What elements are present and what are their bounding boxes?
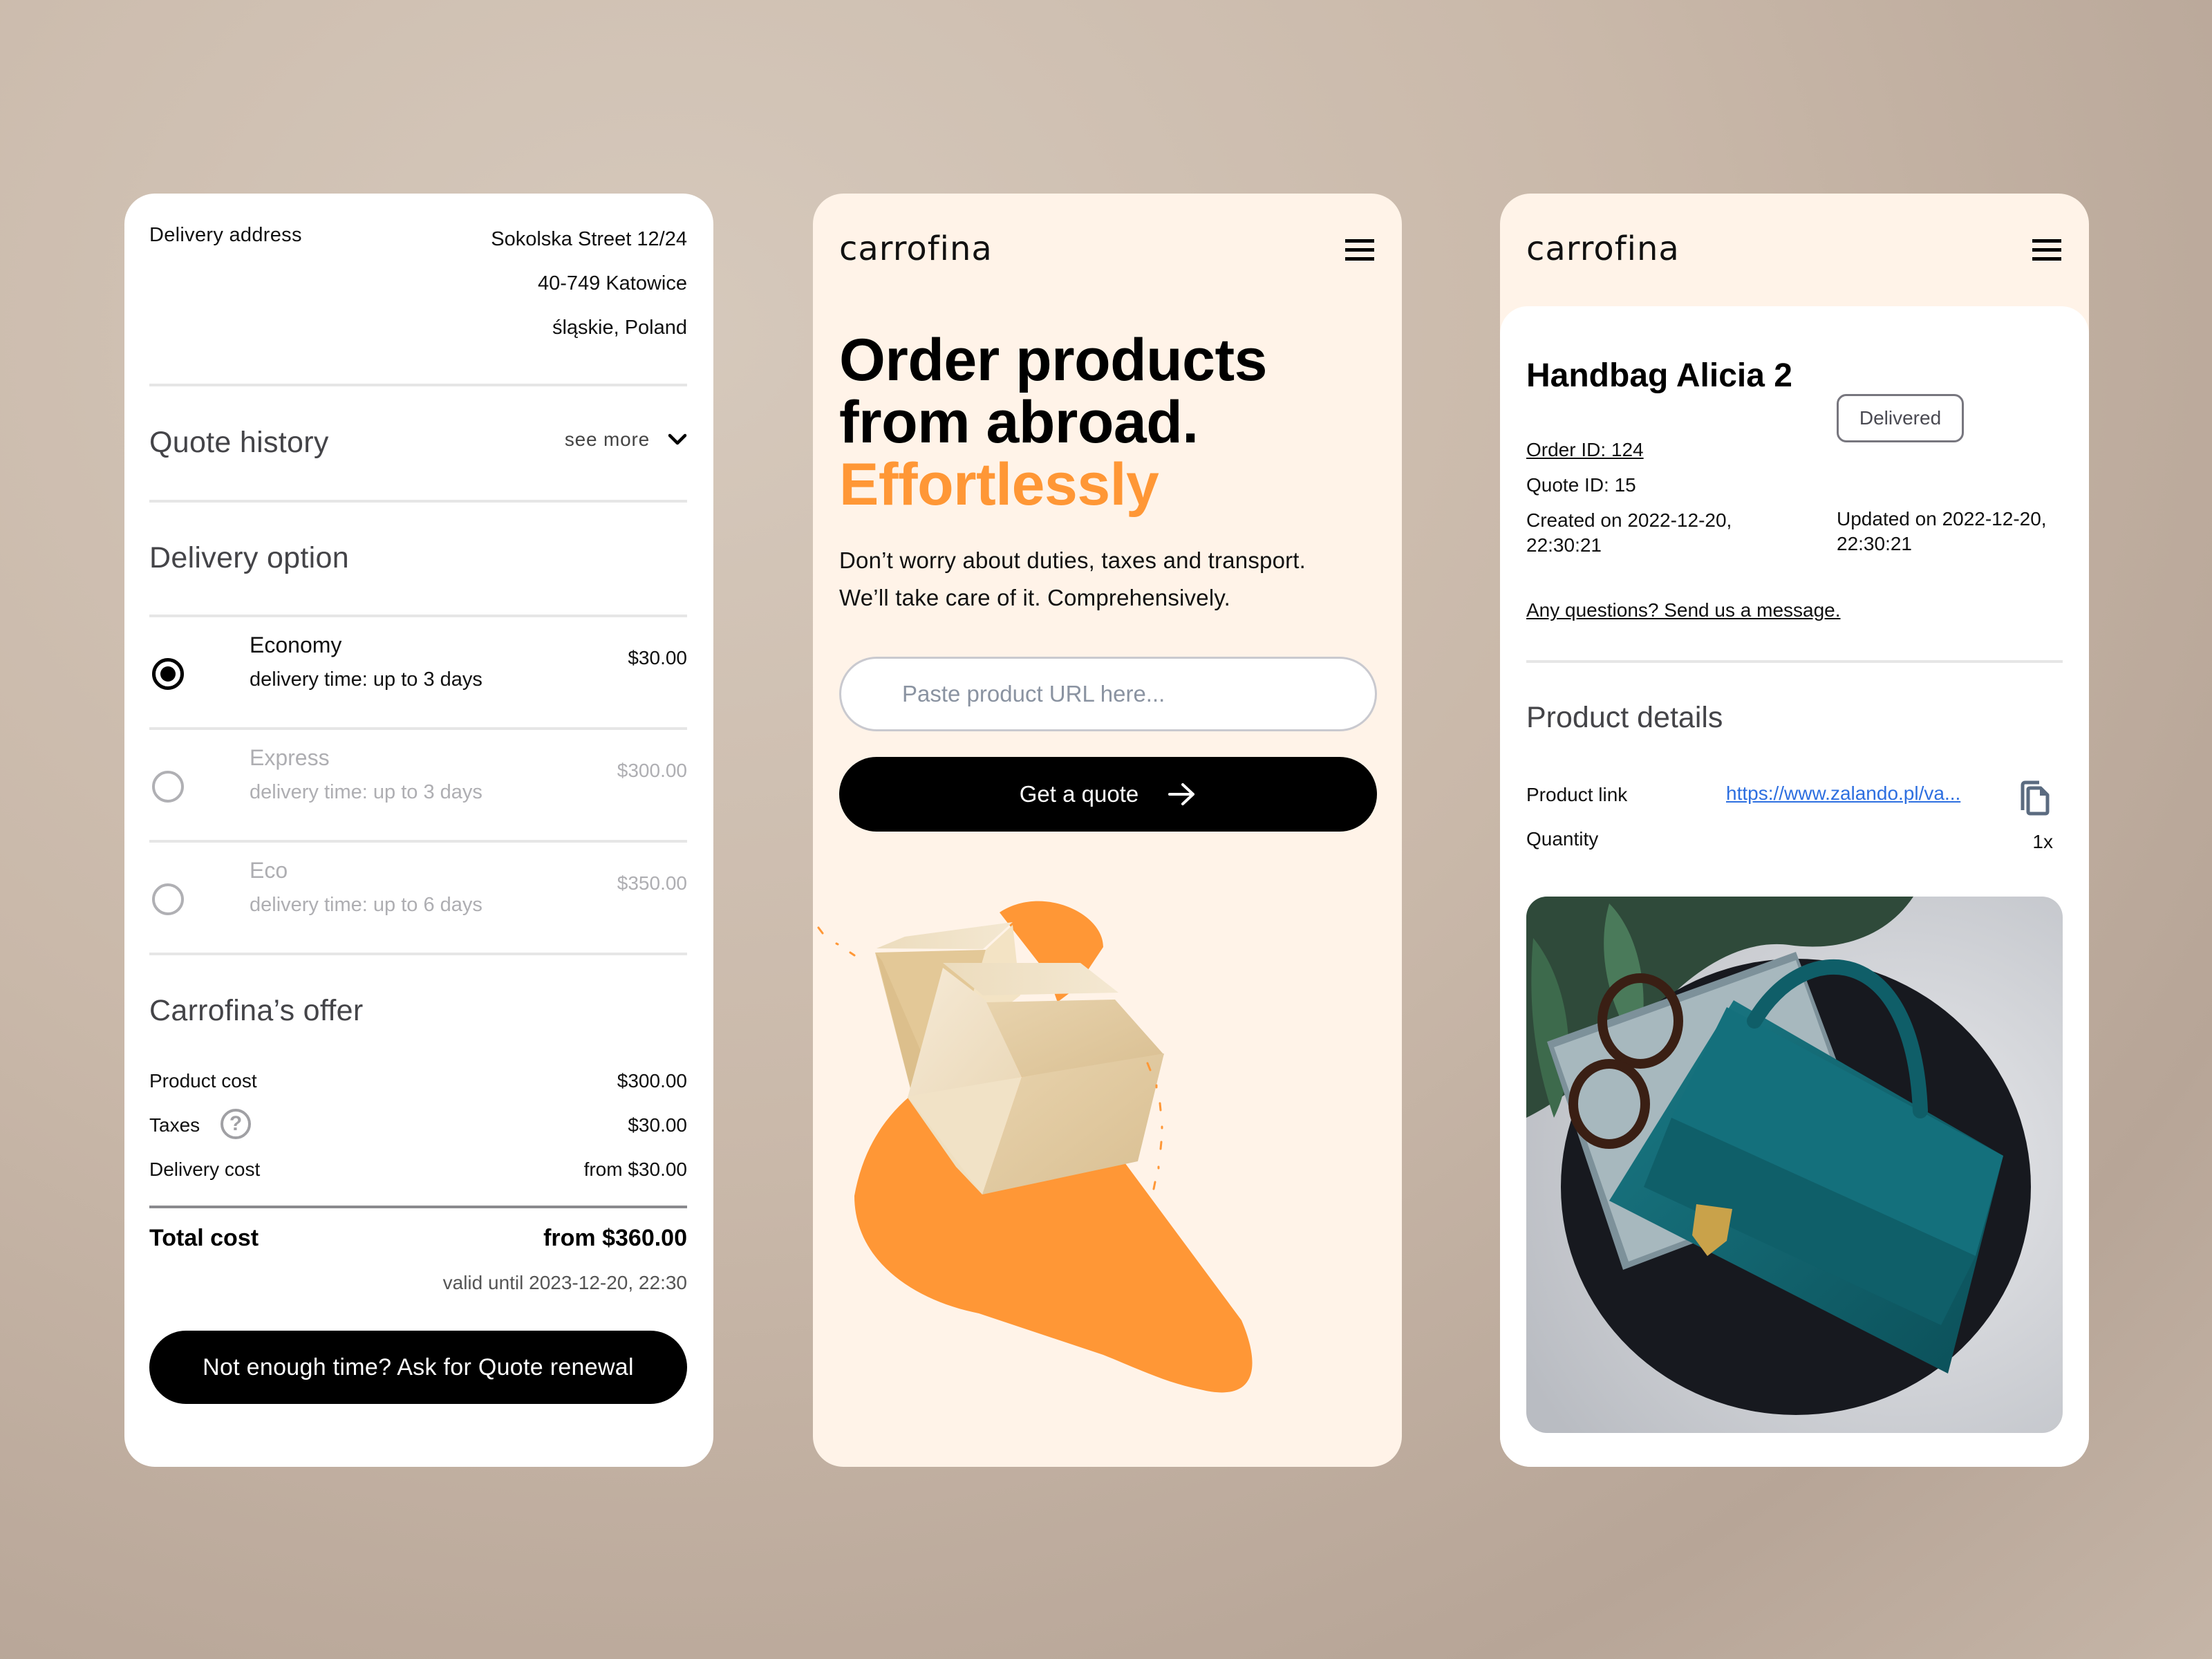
get-quote-label: Get a quote [1019, 781, 1139, 807]
headline-line-1: Order products [839, 327, 1267, 393]
product-url-input[interactable] [839, 657, 1377, 731]
option-detail: delivery time: up to 6 days [250, 894, 482, 916]
hero-description-line-1: Don’t worry about duties, taxes and tran… [839, 547, 1306, 573]
carrofina-logo[interactable]: carrofina [839, 229, 993, 268]
delivery-option-express[interactable]: Express delivery time: up to 3 days $300… [124, 730, 713, 840]
hero-description: Don’t worry about duties, taxes and tran… [839, 542, 1306, 617]
delivery-option-eco[interactable]: Eco delivery time: up to 6 days $350.00 [124, 843, 713, 953]
headline-accent: Effortlessly [839, 451, 1159, 518]
product-cost-label: Product cost [149, 1070, 257, 1091]
see-more-toggle[interactable]: see more [565, 429, 687, 451]
option-price: $300.00 [617, 760, 687, 781]
delivery-cost-label: Delivery cost [149, 1159, 261, 1180]
valid-until: valid until 2023-12-20, 22:30 [442, 1272, 687, 1293]
copy-icon[interactable] [2018, 780, 2052, 816]
created-date-line-2: 22:30:21 [1526, 534, 1602, 556]
delivery-cost-value: from $30.00 [583, 1159, 687, 1180]
option-price: $30.00 [628, 647, 687, 668]
taxes-label: Taxes [149, 1114, 200, 1136]
status-badge: Delivered [1837, 394, 1964, 442]
radio-unselected[interactable] [152, 883, 184, 915]
hamburger-menu-icon[interactable] [1345, 239, 1374, 261]
total-divider [149, 1206, 687, 1208]
product-cost-value: $300.00 [617, 1070, 687, 1091]
product-title: Handbag Alicia 2 [1526, 357, 1792, 394]
taxes-value: $30.00 [628, 1114, 687, 1136]
total-cost-label: Total cost [149, 1225, 259, 1251]
address-line-3: śląskie, Poland [552, 317, 687, 339]
headline-line-2: from abroad. [839, 389, 1199, 456]
product-details-title: Product details [1526, 701, 1723, 734]
quote-renewal-button[interactable]: Not enough time? Ask for Quote renewal [149, 1331, 687, 1404]
total-cost-value: from $360.00 [543, 1225, 687, 1251]
get-quote-button[interactable]: Get a quote [839, 757, 1377, 832]
divider [149, 953, 687, 955]
radio-unselected[interactable] [152, 771, 184, 803]
headline: Order products from abroad. Effortlessly [839, 329, 1267, 516]
created-date-line-1: Created on 2022-12-20, [1526, 509, 1732, 531]
teal-handbag-photo [1526, 897, 2063, 1433]
divider [149, 500, 687, 503]
order-details-screen: carrofina Handbag Alicia 2 Order ID: 124… [1500, 194, 2089, 1467]
product-link-label: Product link [1526, 784, 1628, 805]
carrofina-logo[interactable]: carrofina [1526, 229, 1680, 268]
address-line-2: 40-749 Katowice [537, 272, 687, 294]
cardboard-boxes-illustration [817, 901, 1253, 1393]
address-line-1: Sokolska Street 12/24 [491, 228, 687, 250]
quote-details-screen: Delivery address Sokolska Street 12/24 4… [124, 194, 713, 1467]
hamburger-menu-icon[interactable] [2032, 239, 2061, 261]
created-date: Created on 2022-12-20, 22:30:21 [1526, 508, 1732, 558]
quote-id: Quote ID: 15 [1526, 474, 1636, 496]
product-link-url[interactable]: https://www.zalando.pl/va... [1726, 782, 1960, 805]
delivery-option-economy[interactable]: Economy delivery time: up to 3 days $30.… [124, 617, 713, 730]
help-circle-icon[interactable]: ? [221, 1109, 251, 1139]
divider [149, 384, 687, 386]
delivery-option-title: Delivery option [149, 541, 349, 574]
option-price: $350.00 [617, 872, 687, 894]
quantity-value: 1x [2032, 831, 2053, 852]
option-detail: delivery time: up to 3 days [250, 668, 482, 691]
divider [1526, 660, 2063, 663]
product-image [1526, 897, 2063, 1433]
see-more-label: see more [564, 429, 650, 450]
hero-description-line-2: We’ll take care of it. Comprehensively. [839, 585, 1230, 610]
order-id-link[interactable]: Order ID: 124 [1526, 438, 1644, 462]
updated-date: Updated on 2022-12-20, 22:30:21 [1837, 507, 2047, 556]
quantity-label: Quantity [1526, 828, 1599, 850]
delivery-address-label: Delivery address [149, 224, 302, 246]
arrow-right-icon [1168, 783, 1195, 805]
send-message-link[interactable]: Any questions? Send us a message. [1526, 598, 1841, 623]
option-title: Express [250, 745, 330, 770]
option-title: Economy [250, 632, 342, 657]
updated-date-line-1: Updated on 2022-12-20, [1837, 508, 2047, 529]
home-screen: carrofina Order products from abroad. Ef… [813, 194, 1402, 1467]
option-detail: delivery time: up to 3 days [250, 781, 482, 803]
radio-selected[interactable] [152, 658, 184, 690]
quote-history-title: Quote history [149, 426, 329, 459]
updated-date-line-2: 22:30:21 [1837, 533, 1912, 554]
offer-title: Carrofina’s offer [149, 994, 364, 1027]
option-title: Eco [250, 858, 288, 883]
chevron-down-icon [668, 433, 687, 445]
